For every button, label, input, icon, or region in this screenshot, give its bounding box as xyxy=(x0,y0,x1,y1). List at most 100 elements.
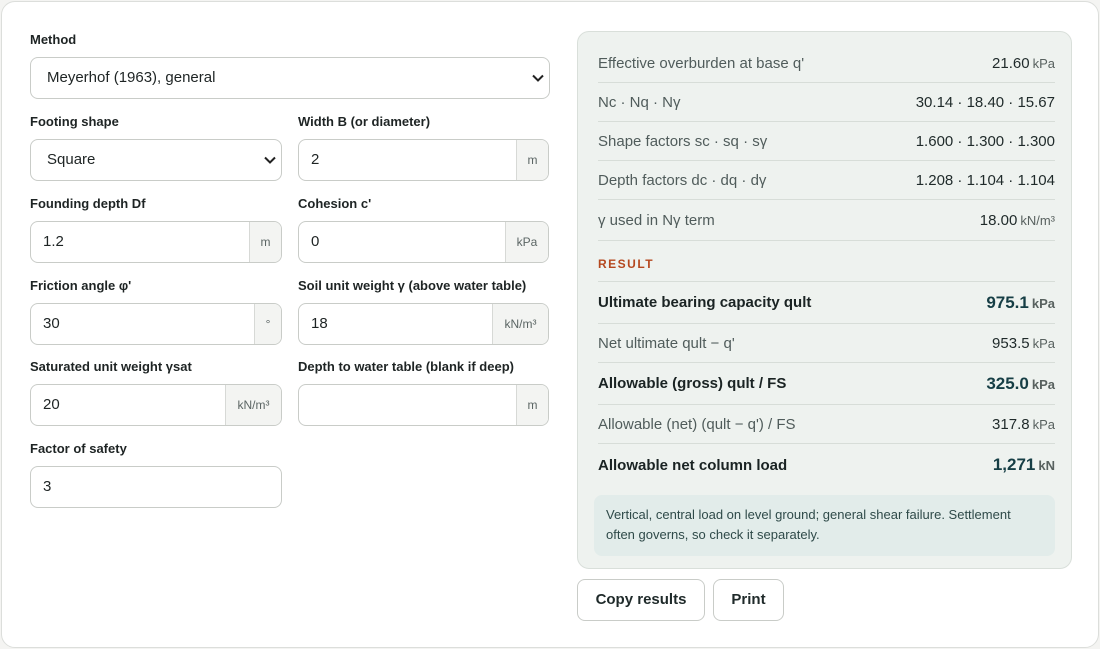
cohesion-label: Cohesion c' xyxy=(298,196,372,211)
qult-unit: kPa xyxy=(1031,295,1055,311)
allowable-gross-label: Allowable (gross) qult / FS xyxy=(598,375,787,392)
column-load-value: 1,271 xyxy=(992,455,1036,474)
friction-angle-value: 30 xyxy=(43,315,60,332)
result-row: Effective overburden at base q' 21.60 kPa xyxy=(598,44,1055,83)
unit-weight-input[interactable]: 18 kN/m³ xyxy=(298,303,549,345)
column-load-unit: kN xyxy=(1038,458,1055,473)
result-value: 30.14 · 18.40 · 15.67 xyxy=(915,93,1055,111)
method-select[interactable]: Meyerhof (1963), general xyxy=(30,57,550,99)
cohesion-field: Cohesion c' 0 kPa xyxy=(298,196,549,264)
result-unit: kPa xyxy=(1032,55,1055,71)
water-table-field: Depth to water table (blank if deep) m xyxy=(298,359,549,427)
allowable-net-value-group: 317.8 kPa xyxy=(992,416,1055,433)
net-qult-unit: kPa xyxy=(1032,335,1055,351)
founding-depth-input[interactable]: 1.2 m xyxy=(30,221,282,263)
sat-unit-weight-value: 20 xyxy=(43,396,60,413)
result-label: Shape factors sc · sq · sγ xyxy=(598,132,768,150)
net-qult-label: Net ultimate qult − q' xyxy=(598,334,735,352)
footing-shape-select[interactable]: Square xyxy=(30,139,282,181)
result-value-group: 21.60 kPa xyxy=(992,55,1055,72)
net-qult-value-group: 953.5 kPa xyxy=(992,335,1055,352)
qult-value-group: 975.1 kPa xyxy=(986,293,1055,313)
results-panel: Effective overburden at base q' 21.60 kPa… xyxy=(577,31,1072,569)
result-label: γ used in Nγ term xyxy=(598,211,715,229)
footing-shape-field: Footing shape Square xyxy=(30,114,282,182)
friction-angle-label: Friction angle φ' xyxy=(30,278,132,293)
calculator-card: Method Meyerhof (1963), general Footing … xyxy=(1,1,1099,648)
footing-shape-value: Square xyxy=(47,151,96,168)
print-button[interactable]: Print xyxy=(713,579,784,621)
result-row: Depth factors dc · dq · dγ 1.208 · 1.104… xyxy=(598,161,1055,200)
copy-results-button[interactable]: Copy results xyxy=(577,579,705,621)
founding-depth-field: Founding depth Df 1.2 m xyxy=(30,196,282,264)
result-label: Effective overburden at base q' xyxy=(598,54,805,72)
allowable-gross-value-group: 325.0 kPa xyxy=(986,374,1055,394)
sat-unit-weight-unit: kN/m³ xyxy=(225,385,281,425)
allowable-gross-row: Allowable (gross) qult / FS 325.0 kPa xyxy=(598,363,1055,405)
width-input[interactable]: 2 m xyxy=(298,139,549,181)
result-value: 1.208 · 1.104 · 1.104 xyxy=(915,171,1055,189)
cohesion-unit: kPa xyxy=(505,222,548,262)
allowable-net-label: Allowable (net) (qult − q') / FS xyxy=(598,415,796,433)
net-qult-value: 953.5 xyxy=(992,334,1030,352)
unit-weight-label: Soil unit weight γ (above water table) xyxy=(298,278,527,293)
sat-unit-weight-field: Saturated unit weight γsat 20 kN/m³ xyxy=(30,359,282,427)
water-table-input[interactable]: m xyxy=(298,384,549,426)
allowable-gross-unit: kPa xyxy=(1031,376,1055,392)
factor-of-safety-value: 3 xyxy=(43,478,52,495)
qult-row: Ultimate bearing capacity qult 975.1 kPa xyxy=(598,282,1055,324)
chevron-down-icon xyxy=(259,140,281,180)
column-load-row: Allowable net column load 1,271 kN xyxy=(598,444,1055,486)
founding-depth-unit: m xyxy=(249,222,281,262)
result-unit: kN/m³ xyxy=(1020,212,1055,228)
result-row: Nc · Nq · Nγ 30.14 · 18.40 · 15.67 xyxy=(598,83,1055,122)
unit-weight-value: 18 xyxy=(311,315,328,332)
result-value: 21.60 xyxy=(992,54,1030,72)
width-input-value: 2 xyxy=(311,151,320,168)
footing-shape-label: Footing shape xyxy=(30,114,119,129)
founding-depth-label: Founding depth Df xyxy=(30,196,146,211)
sat-unit-weight-input[interactable]: 20 kN/m³ xyxy=(30,384,282,426)
result-section-title: RESULT xyxy=(598,241,1055,282)
factor-of-safety-input[interactable]: 3 xyxy=(30,466,282,508)
unit-weight-unit: kN/m³ xyxy=(492,304,548,344)
allowable-gross-value: 325.0 xyxy=(986,373,1029,393)
method-label: Method xyxy=(30,32,77,47)
cohesion-value: 0 xyxy=(311,233,320,250)
friction-angle-unit: ° xyxy=(254,304,281,344)
unit-weight-field: Soil unit weight γ (above water table) 1… xyxy=(298,278,549,346)
friction-angle-field: Friction angle φ' 30 ° xyxy=(30,278,282,346)
qult-label: Ultimate bearing capacity qult xyxy=(598,294,812,311)
allowable-net-value: 317.8 xyxy=(992,415,1030,433)
method-select-value: Meyerhof (1963), general xyxy=(47,69,216,86)
result-label: Depth factors dc · dq · dγ xyxy=(598,171,767,189)
results-rows: Effective overburden at base q' 21.60 kPa… xyxy=(598,44,1055,486)
net-qult-row: Net ultimate qult − q' 953.5 kPa xyxy=(598,324,1055,363)
allowable-net-unit: kPa xyxy=(1032,416,1055,432)
result-label: Nc · Nq · Nγ xyxy=(598,93,681,111)
factor-of-safety-field: Factor of safety 3 xyxy=(30,441,282,509)
width-unit: m xyxy=(516,140,548,180)
result-value-group: 18.00 kN/m³ xyxy=(980,212,1055,229)
sat-unit-weight-label: Saturated unit weight γsat xyxy=(30,359,192,374)
column-load-label: Allowable net column load xyxy=(598,456,788,474)
founding-depth-value: 1.2 xyxy=(43,233,64,250)
water-table-label: Depth to water table (blank if deep) xyxy=(298,359,514,374)
chevron-down-icon xyxy=(527,58,549,98)
column-load-value-group: 1,271 kN xyxy=(993,455,1055,475)
cohesion-input[interactable]: 0 kPa xyxy=(298,221,549,263)
allowable-net-row: Allowable (net) (qult − q') / FS 317.8 kP… xyxy=(598,405,1055,444)
assumptions-note: Vertical, central load on level ground; … xyxy=(594,495,1055,556)
result-row: γ used in Nγ term 18.00 kN/m³ xyxy=(598,200,1055,241)
width-field: Width B (or diameter) 2 m xyxy=(298,114,549,182)
qult-value: 975.1 xyxy=(986,292,1029,312)
width-label: Width B (or diameter) xyxy=(298,114,431,129)
water-table-unit: m xyxy=(516,385,548,425)
friction-angle-input[interactable]: 30 ° xyxy=(30,303,282,345)
factor-of-safety-label: Factor of safety xyxy=(30,441,127,456)
result-value: 1.600 · 1.300 · 1.300 xyxy=(915,132,1055,150)
method-field: Method Meyerhof (1963), general xyxy=(30,32,550,100)
result-row: Shape factors sc · sq · sγ 1.600 · 1.300… xyxy=(598,122,1055,161)
water-table-value xyxy=(299,385,516,425)
result-value: 18.00 xyxy=(979,211,1018,229)
